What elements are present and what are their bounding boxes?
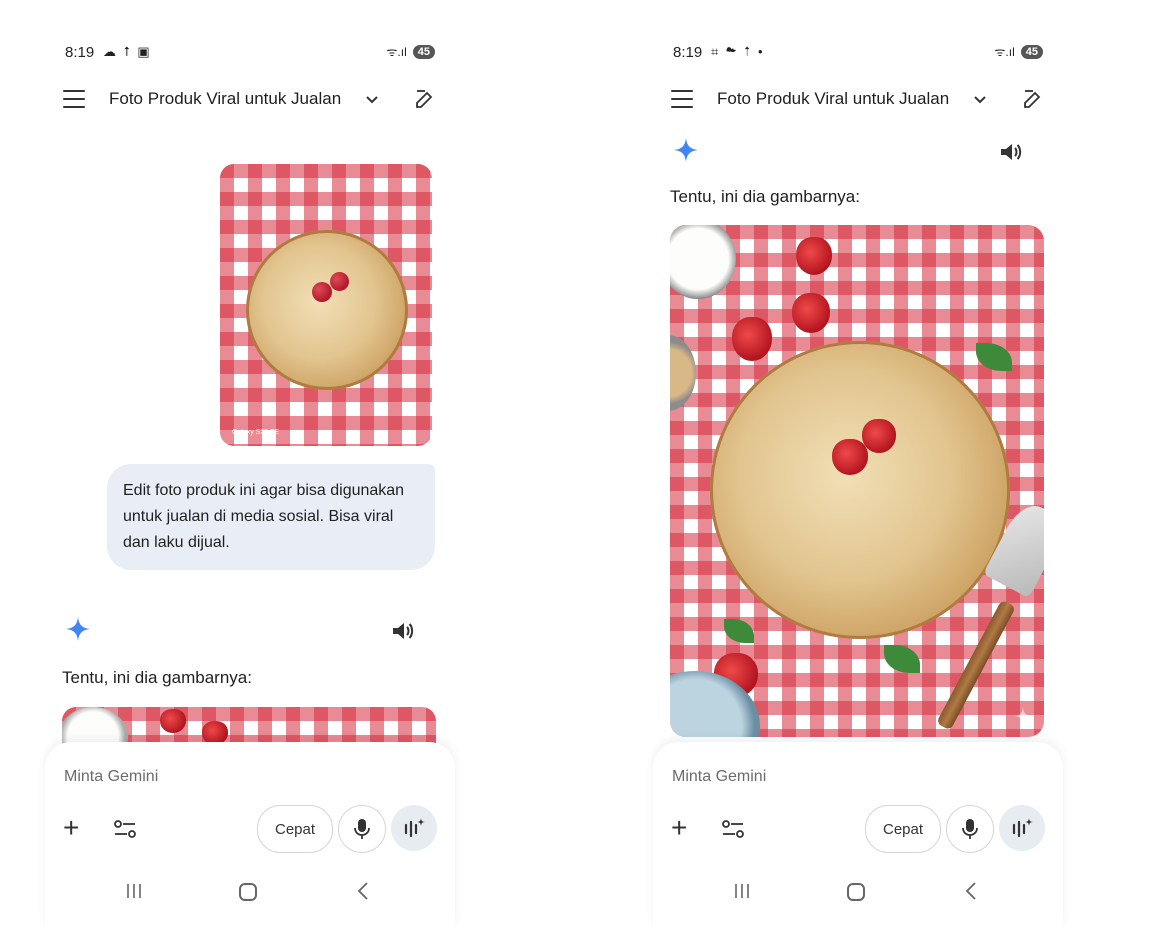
gemini-live-icon	[404, 818, 425, 838]
nav-recents-icon[interactable]	[125, 882, 143, 900]
gemini-live-icon	[1012, 818, 1033, 838]
response-header	[65, 616, 415, 646]
strawberry	[330, 272, 349, 291]
wifi-signal-icon: ᯤ.ıl	[386, 45, 407, 59]
mint-leaf	[884, 645, 920, 673]
menu-icon[interactable]	[671, 90, 693, 108]
edit-icon[interactable]	[413, 87, 437, 111]
status-time: 8:19	[673, 44, 703, 61]
strawberry	[862, 419, 896, 453]
gemini-sparkle-icon	[674, 138, 698, 162]
tools-icon[interactable]	[721, 818, 745, 840]
cream-bowl	[62, 707, 128, 747]
battery-badge: 45	[412, 44, 435, 59]
strawberry	[732, 317, 772, 361]
mic-button[interactable]	[338, 805, 386, 853]
system-nav-bar	[45, 878, 455, 908]
camera-watermark: Galaxy S25 FE	[232, 429, 280, 436]
response-text: Tentu, ini dia gambarnya:	[670, 187, 860, 206]
menu-icon[interactable]	[63, 90, 85, 108]
edit-icon[interactable]	[1021, 87, 1045, 111]
tools-icon[interactable]	[113, 818, 137, 840]
strawberry	[160, 709, 186, 733]
strawberry	[796, 237, 832, 275]
mint-leaf	[724, 619, 754, 643]
mode-selector-button[interactable]: Cepat	[257, 805, 333, 853]
status-time: 8:19	[65, 44, 95, 61]
mic-icon	[354, 819, 370, 839]
prompt-input[interactable]: Minta Gemini	[672, 768, 766, 786]
strawberry	[312, 282, 332, 302]
prompt-input[interactable]: Minta Gemini	[64, 768, 158, 786]
strawberry	[832, 439, 868, 475]
user-message-bubble: Edit foto produk ini agar bisa digunakan…	[107, 464, 435, 570]
gemini-live-button[interactable]	[999, 805, 1045, 851]
generated-image-preview[interactable]	[62, 707, 436, 747]
status-right-group: ᯤ.ıl 45	[994, 43, 1043, 60]
response-text: Tentu, ini dia gambarnya:	[62, 668, 252, 687]
nav-home-icon[interactable]	[239, 883, 257, 901]
phone-screen-right: 8:19 ⌗ ☁ ⭡ • ᯤ.ıl 45 Foto Produk Viral u…	[653, 0, 1063, 928]
app-bar: Foto Produk Viral untuk Jualan	[671, 84, 1045, 116]
mint-leaf	[976, 343, 1012, 371]
nav-back-icon[interactable]	[355, 881, 371, 901]
chevron-down-icon[interactable]	[971, 91, 989, 109]
gemini-watermark-icon	[1014, 707, 1032, 725]
pie-image	[246, 230, 408, 390]
phone-screen-left: 8:19 ☁ ⭡ ▣ ᯤ.ıl 45 Foto Produk Viral unt…	[45, 0, 455, 928]
generated-image[interactable]	[670, 225, 1044, 737]
spatula-handle	[936, 599, 1016, 731]
plus-icon[interactable]: +	[671, 814, 687, 842]
cream-bowl	[670, 225, 736, 299]
nav-back-icon[interactable]	[963, 881, 979, 901]
status-bar: 8:19 ⌗ ☁ ⭡ • ᯤ.ıl 45	[673, 40, 1043, 66]
battery-badge: 45	[1020, 44, 1043, 59]
status-notification-icons: ☁ ⭡ ▣	[103, 44, 152, 59]
conversation-title[interactable]: Foto Produk Viral untuk Jualan	[109, 89, 341, 109]
status-right-group: ᯤ.ıl 45	[386, 43, 435, 60]
nav-home-icon[interactable]	[847, 883, 865, 901]
status-bar: 8:19 ☁ ⭡ ▣ ᯤ.ıl 45	[65, 40, 435, 66]
wifi-signal-icon: ᯤ.ıl	[994, 45, 1015, 59]
almond-bowl	[670, 335, 696, 411]
user-uploaded-photo[interactable]: Galaxy S25 FE	[220, 164, 432, 446]
mic-button[interactable]	[946, 805, 994, 853]
status-notification-icons: ⌗ ☁ ⭡ •	[711, 44, 765, 59]
nav-recents-icon[interactable]	[733, 882, 751, 900]
speaker-icon[interactable]	[999, 141, 1023, 163]
mode-selector-button[interactable]: Cepat	[865, 805, 941, 853]
mic-icon	[962, 819, 978, 839]
strawberry	[792, 293, 830, 333]
conversation-title[interactable]: Foto Produk Viral untuk Jualan	[717, 89, 949, 109]
app-bar: Foto Produk Viral untuk Jualan	[63, 84, 437, 116]
gemini-live-button[interactable]	[391, 805, 437, 851]
gemini-sparkle-icon	[66, 617, 90, 641]
pie-image	[710, 341, 1010, 639]
plus-icon[interactable]: +	[63, 814, 79, 842]
chevron-down-icon[interactable]	[363, 91, 381, 109]
system-nav-bar	[653, 878, 1063, 908]
speaker-icon[interactable]	[391, 620, 415, 642]
response-header	[673, 137, 1023, 167]
